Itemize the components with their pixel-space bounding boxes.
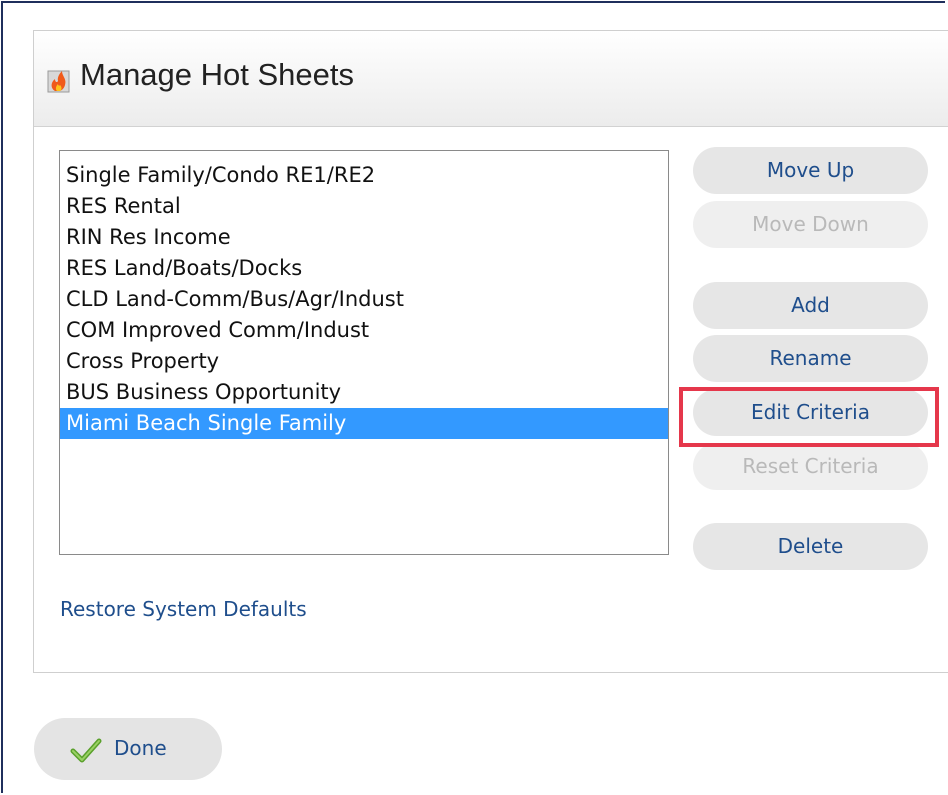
list-item[interactable]: Miami Beach Single Family bbox=[60, 408, 668, 439]
panel-header: Manage Hot Sheets bbox=[34, 31, 948, 127]
list-item[interactable]: RES Rental bbox=[60, 191, 668, 222]
edit-criteria-button[interactable]: Edit Criteria bbox=[693, 389, 928, 436]
done-button[interactable]: Done bbox=[34, 718, 222, 780]
move-down-button[interactable]: Move Down bbox=[693, 201, 928, 248]
reset-criteria-button[interactable]: Reset Criteria bbox=[693, 443, 928, 490]
list-item[interactable]: BUS Business Opportunity bbox=[60, 377, 668, 408]
rename-button[interactable]: Rename bbox=[693, 335, 928, 382]
list-item[interactable]: CLD Land-Comm/Bus/Agr/Indust bbox=[60, 284, 668, 315]
list-item[interactable]: COM Improved Comm/Indust bbox=[60, 315, 668, 346]
page-title: Manage Hot Sheets bbox=[80, 57, 355, 92]
delete-button[interactable]: Delete bbox=[693, 523, 928, 570]
fire-icon bbox=[47, 70, 70, 93]
list-item[interactable]: RES Land/Boats/Docks bbox=[60, 253, 668, 284]
checkmark-icon bbox=[70, 738, 102, 763]
hot-sheets-listbox[interactable]: Single Family/Condo RE1/RE2 RES Rental RIN… bbox=[59, 150, 669, 555]
list-item[interactable]: Cross Property bbox=[60, 346, 668, 377]
list-item[interactable]: RIN Res Income bbox=[60, 222, 668, 253]
move-up-button[interactable]: Move Up bbox=[693, 147, 928, 194]
add-button[interactable]: Add bbox=[693, 282, 928, 329]
restore-system-defaults-link[interactable]: Restore System Defaults bbox=[60, 597, 307, 621]
done-label: Done bbox=[114, 736, 167, 760]
list-item[interactable]: Single Family/Condo RE1/RE2 bbox=[60, 160, 668, 191]
